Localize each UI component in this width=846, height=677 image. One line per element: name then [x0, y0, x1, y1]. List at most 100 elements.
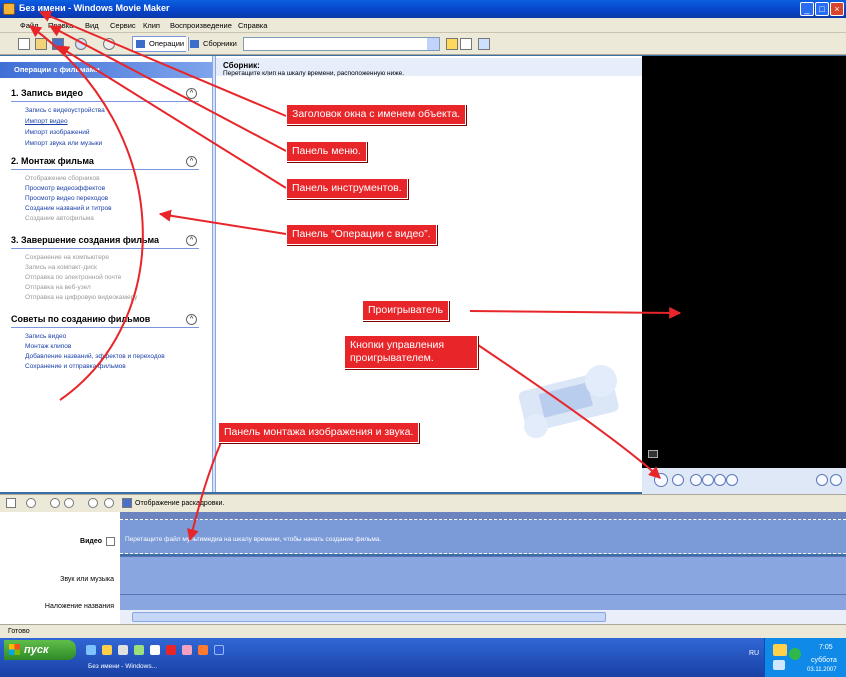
rewind-button[interactable]: [702, 474, 714, 486]
take-picture-button[interactable]: [830, 474, 842, 486]
menu-edit[interactable]: Правка: [48, 21, 73, 30]
task-capture-from-device[interactable]: Запись с видеоустройства: [25, 107, 105, 114]
tray-network-icon[interactable]: [789, 648, 801, 660]
callout-timeline: Панель монтажа изображения и звука.: [218, 422, 420, 443]
tasks-button[interactable]: Операции: [132, 36, 190, 52]
callout-player: Проигрыватель: [362, 300, 450, 321]
menu-playback[interactable]: Воспроизведение: [170, 21, 232, 30]
section-divider: [11, 327, 199, 328]
new-collection-icon[interactable]: [460, 38, 472, 50]
timeline-ruler[interactable]: [120, 512, 846, 520]
task-import-pictures[interactable]: Импорт изображений: [25, 129, 89, 136]
menu-tools[interactable]: Сервис: [110, 21, 136, 30]
save-project-icon[interactable]: [52, 38, 64, 50]
split-clip-button[interactable]: [816, 474, 828, 486]
chevron-down-icon: [427, 38, 439, 50]
task-send-email[interactable]: Отправка по электронной почте: [25, 274, 121, 281]
start-button[interactable]: пуск: [4, 640, 76, 660]
show-storyboard-label[interactable]: Отображение раскадровки.: [135, 500, 224, 507]
film-reel-watermark-icon: [518, 365, 619, 438]
audio-track[interactable]: [120, 556, 846, 594]
up-folder-icon[interactable]: [446, 38, 458, 50]
collections-button[interactable]: Сборники: [186, 36, 242, 52]
section-edit-heading[interactable]: 2. Монтаж фильма: [11, 156, 94, 166]
tip-save-send-movies[interactable]: Сохранение и отправка фильмов: [25, 363, 126, 370]
new-project-icon[interactable]: [18, 38, 30, 50]
scrollbar-thumb[interactable]: [132, 612, 606, 622]
task-make-titles[interactable]: Создание названий и титров: [25, 205, 112, 212]
open-project-icon[interactable]: [35, 38, 47, 50]
quicklaunch-ie-icon[interactable]: [86, 645, 96, 655]
fullscreen-icon[interactable]: [648, 450, 658, 458]
video-track[interactable]: Перетащите файл мультимедиа на шкалу вре…: [120, 520, 846, 554]
expand-track-icon[interactable]: [106, 537, 115, 546]
tray-app-icon[interactable]: [773, 644, 787, 656]
status-text: Готово: [8, 628, 30, 635]
section-capture-heading[interactable]: 1. Запись видео: [11, 88, 83, 98]
collection-select[interactable]: [243, 37, 440, 51]
collections-button-label: Сборники: [203, 39, 237, 48]
window-title: Без имени - Windows Movie Maker: [19, 3, 170, 13]
quicklaunch-mail-icon[interactable]: [150, 645, 160, 655]
minimize-button[interactable]: _: [800, 2, 814, 16]
section-finish-heading[interactable]: 3. Завершение создания фильма: [11, 235, 159, 245]
language-indicator[interactable]: RU: [749, 650, 759, 657]
task-send-dv-camera[interactable]: Отправка на цифровую видеокамеру: [25, 294, 137, 301]
menu-help[interactable]: Справка: [238, 21, 267, 30]
task-save-to-cd[interactable]: Запись на компакт-диск: [25, 264, 97, 271]
views-icon[interactable]: [478, 38, 490, 50]
task-automovie[interactable]: Создание автофильма: [25, 215, 94, 222]
callout-task-pane: Панель “Операции с видео”.: [286, 224, 437, 245]
clock-time[interactable]: 7:05: [819, 644, 833, 651]
play-button[interactable]: [654, 473, 668, 487]
task-save-to-computer[interactable]: Сохранение на компьютере: [25, 254, 109, 261]
taskbar-window-button[interactable]: Без имени - Windows...: [88, 663, 157, 670]
quicklaunch-red-icon[interactable]: [166, 645, 176, 655]
tray-volume-icon[interactable]: [773, 660, 785, 670]
undo-icon[interactable]: [75, 38, 87, 50]
title-overlay-track-label: Наложение названия: [44, 603, 114, 610]
title-overlay-track[interactable]: [120, 594, 846, 610]
task-import-audio[interactable]: Импорт звука или музыки: [25, 140, 102, 147]
narrate-icon[interactable]: [26, 498, 36, 508]
close-button[interactable]: ×: [830, 2, 844, 16]
quicklaunch-app-icon[interactable]: [134, 645, 144, 655]
show-desktop-icon[interactable]: [214, 645, 224, 655]
timeline-scrollbar[interactable]: [120, 610, 846, 624]
quicklaunch-media-icon[interactable]: [118, 645, 128, 655]
storyboard-icon[interactable]: [6, 498, 16, 508]
stop-button[interactable]: [672, 474, 684, 486]
section-tips-heading[interactable]: Советы по созданию фильмов: [11, 314, 150, 324]
menu-clip[interactable]: Клип: [143, 21, 160, 30]
quicklaunch-paint-icon[interactable]: [182, 645, 192, 655]
quicklaunch-office-icon[interactable]: [198, 645, 208, 655]
task-send-web[interactable]: Отправка на веб-узел: [25, 284, 91, 291]
forward-button[interactable]: [714, 474, 726, 486]
maximize-button[interactable]: □: [815, 2, 829, 16]
collapse-icon[interactable]: ^: [186, 235, 197, 246]
tasks-icon: [136, 40, 145, 48]
quicklaunch-folder-icon[interactable]: [102, 645, 112, 655]
show-storyboard-icon[interactable]: [122, 498, 132, 508]
task-show-collections[interactable]: Отображение сборников: [25, 175, 100, 182]
callout-toolbar: Панель инструментов.: [286, 178, 408, 199]
play-timeline-icon[interactable]: [104, 498, 114, 508]
zoom-out-icon[interactable]: [64, 498, 74, 508]
menu-view[interactable]: Вид: [85, 21, 99, 30]
collapse-icon[interactable]: ^: [186, 314, 197, 325]
task-view-transitions[interactable]: Просмотр видео переходов: [25, 195, 108, 202]
rewind-timeline-icon[interactable]: [88, 498, 98, 508]
next-frame-button[interactable]: [726, 474, 738, 486]
tip-capture-video[interactable]: Запись видео: [25, 333, 66, 340]
task-view-effects[interactable]: Просмотр видеоэффектов: [25, 185, 105, 192]
tip-add-titles-effects[interactable]: Добавление названий, эффектов и переходо…: [25, 353, 165, 360]
video-player-screen[interactable]: [642, 56, 846, 468]
menu-file[interactable]: Файл: [20, 21, 38, 30]
previous-frame-button[interactable]: [690, 474, 702, 486]
zoom-in-icon[interactable]: [50, 498, 60, 508]
redo-icon[interactable]: [103, 38, 115, 50]
task-import-video[interactable]: Импорт видео: [25, 118, 68, 125]
collapse-icon[interactable]: ^: [186, 88, 197, 99]
collapse-icon[interactable]: ^: [186, 156, 197, 167]
tip-edit-clips[interactable]: Монтаж клипов: [25, 343, 71, 350]
